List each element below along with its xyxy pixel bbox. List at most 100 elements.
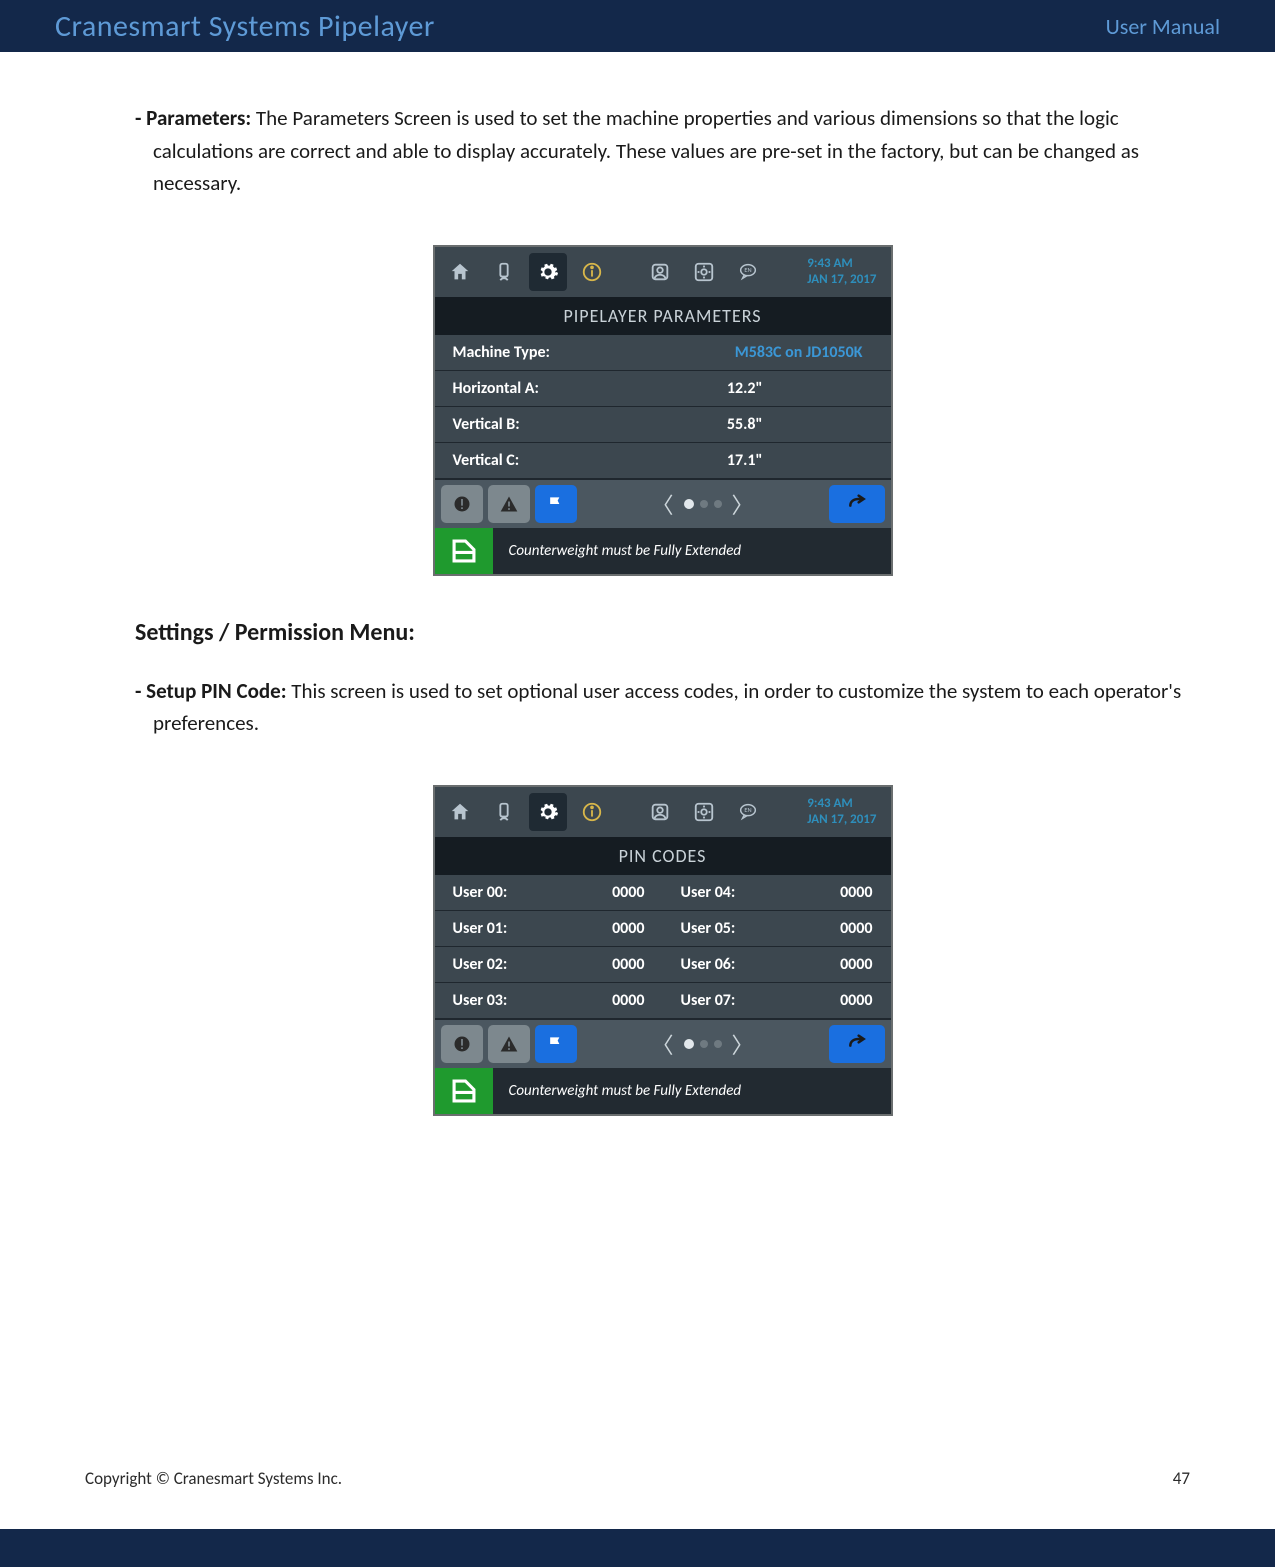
topbar: EN 9:43 AM JAN 17, 2017: [435, 247, 891, 297]
pin-value: 0000: [840, 883, 872, 902]
pin-rows: User 00: 0000 User 01: 0000 User 02: 0000 U…: [435, 875, 891, 1019]
param-row[interactable]: Vertical C: 17.1": [435, 443, 891, 479]
page-footer: Copyright © Cranesmart Systems Inc. 47: [0, 1468, 1275, 1489]
alert-triangle-icon[interactable]: [488, 1025, 530, 1063]
action-bar: 〈 〉: [435, 1019, 891, 1068]
language-icon[interactable]: EN: [729, 253, 767, 291]
param-row[interactable]: Machine Type: M583C on JD1050K: [435, 335, 891, 371]
settings-heading: Settings / Permission Menu:: [135, 618, 1190, 647]
page-nav[interactable]: 〈 〉: [582, 488, 824, 520]
pin-row[interactable]: User 00: 0000: [435, 875, 663, 911]
param-label: Horizontal A:: [453, 379, 539, 398]
calibrate-icon[interactable]: [485, 793, 523, 831]
param-label: Vertical B:: [453, 415, 520, 434]
page-nav[interactable]: 〈 〉: [582, 1028, 824, 1060]
clock-date: JAN 17, 2017: [807, 812, 876, 828]
clock-time: 9:43 AM: [807, 256, 876, 272]
param-value: 55.8": [727, 415, 873, 434]
pin-paragraph: - Setup PIN Code: This screen is used to…: [135, 675, 1190, 740]
flag-icon[interactable]: [535, 1025, 577, 1063]
clock-time: 9:43 AM: [807, 796, 876, 812]
pin-value: 0000: [840, 919, 872, 938]
dot-icon: [700, 500, 708, 508]
chevron-right-icon[interactable]: 〉: [732, 1028, 754, 1060]
chevron-left-icon[interactable]: 〈: [651, 1028, 673, 1060]
pin-value: 0000: [840, 955, 872, 974]
brightness-icon[interactable]: [685, 793, 723, 831]
param-label: Vertical C:: [453, 451, 520, 470]
calibrate-icon[interactable]: [485, 253, 523, 291]
clock-block: 9:43 AM JAN 17, 2017: [799, 794, 884, 829]
pin-lead: - Setup PIN Code:: [135, 678, 287, 704]
pin-label: User 05:: [681, 919, 736, 938]
dot-icon: [684, 499, 694, 509]
counterweight-icon: [435, 528, 493, 574]
screen-title: PIN CODES: [435, 837, 891, 875]
chevron-right-icon[interactable]: 〉: [732, 488, 754, 520]
svg-text:EN: EN: [744, 266, 751, 274]
pin-label: User 03:: [453, 991, 508, 1010]
alert-circle-icon[interactable]: [441, 485, 483, 523]
parameters-body: The Parameters Screen is used to set the…: [153, 105, 1139, 196]
flag-icon[interactable]: [535, 485, 577, 523]
pin-label: User 01:: [453, 919, 508, 938]
pin-value: 0000: [612, 883, 644, 902]
counterweight-icon: [435, 1068, 493, 1114]
doc-subtitle: User Manual: [1106, 13, 1220, 40]
status-text: Counterweight must be Fully Extended: [493, 528, 891, 574]
page-number: 47: [1173, 1468, 1190, 1489]
user-icon[interactable]: [641, 253, 679, 291]
param-value: M583C on JD1050K: [735, 343, 873, 362]
pin-row[interactable]: User 01: 0000: [435, 911, 663, 947]
home-icon[interactable]: [441, 793, 479, 831]
pin-row[interactable]: User 05: 0000: [663, 911, 891, 947]
language-icon[interactable]: EN: [729, 793, 767, 831]
gear-icon[interactable]: [529, 253, 567, 291]
pin-label: User 02:: [453, 955, 508, 974]
page-header: Cranesmart Systems Pipelayer User Manual: [0, 0, 1275, 52]
chevron-left-icon[interactable]: 〈: [651, 488, 673, 520]
brightness-icon[interactable]: [685, 253, 723, 291]
copyright-text: Copyright © Cranesmart Systems Inc.: [85, 1468, 342, 1489]
alert-circle-icon[interactable]: [441, 1025, 483, 1063]
pin-text: - Setup PIN Code: This screen is used to…: [135, 675, 1190, 740]
param-label: Machine Type:: [453, 343, 550, 362]
pin-value: 0000: [612, 919, 644, 938]
pin-value: 0000: [612, 955, 644, 974]
pin-label: User 06:: [681, 955, 736, 974]
pin-row[interactable]: User 06: 0000: [663, 947, 891, 983]
alert-triangle-icon[interactable]: [488, 485, 530, 523]
pin-row[interactable]: User 04: 0000: [663, 875, 891, 911]
bottom-stripe: [0, 1529, 1275, 1567]
parameters-lead: - Parameters:: [135, 105, 251, 131]
doc-title: Cranesmart Systems Pipelayer: [55, 8, 435, 45]
info-icon[interactable]: [573, 253, 611, 291]
gear-icon[interactable]: [529, 793, 567, 831]
pin-col-right: User 04: 0000 User 05: 0000 User 06: 0000 U…: [663, 875, 891, 1019]
action-bar: 〈 〉: [435, 479, 891, 528]
pin-row[interactable]: User 07:0000: [663, 983, 891, 1019]
param-value: 17.1": [727, 451, 873, 470]
pin-label: User 00:: [453, 883, 508, 902]
user-icon[interactable]: [641, 793, 679, 831]
pin-row[interactable]: User 02: 0000: [435, 947, 663, 983]
pin-value: 0000: [612, 991, 644, 1010]
screen-parameters: EN 9:43 AM JAN 17, 2017 PIPELAYER PARAME…: [433, 245, 893, 576]
params-rows: Machine Type: M583C on JD1050K Horizonta…: [435, 335, 891, 479]
clock-block: 9:43 AM JAN 17, 2017: [799, 254, 884, 289]
home-icon[interactable]: [441, 253, 479, 291]
topbar: EN 9:43 AM JAN 17, 2017: [435, 787, 891, 837]
page-dots: [684, 499, 722, 509]
pin-screenshot: EN 9:43 AM JAN 17, 2017 PIN CODES User 0…: [135, 785, 1190, 1116]
pin-value: 0000: [840, 991, 872, 1010]
pin-row[interactable]: User 03: 0000: [435, 983, 663, 1019]
status-bar: Counterweight must be Fully Extended: [435, 1068, 891, 1114]
param-row[interactable]: Vertical B: 55.8": [435, 407, 891, 443]
pin-label: User 04:: [681, 883, 736, 902]
back-button[interactable]: [829, 485, 885, 523]
page-dots: [684, 1039, 722, 1049]
back-button[interactable]: [829, 1025, 885, 1063]
param-row[interactable]: Horizontal A: 12.2": [435, 371, 891, 407]
info-icon[interactable]: [573, 793, 611, 831]
dot-icon: [700, 1040, 708, 1048]
